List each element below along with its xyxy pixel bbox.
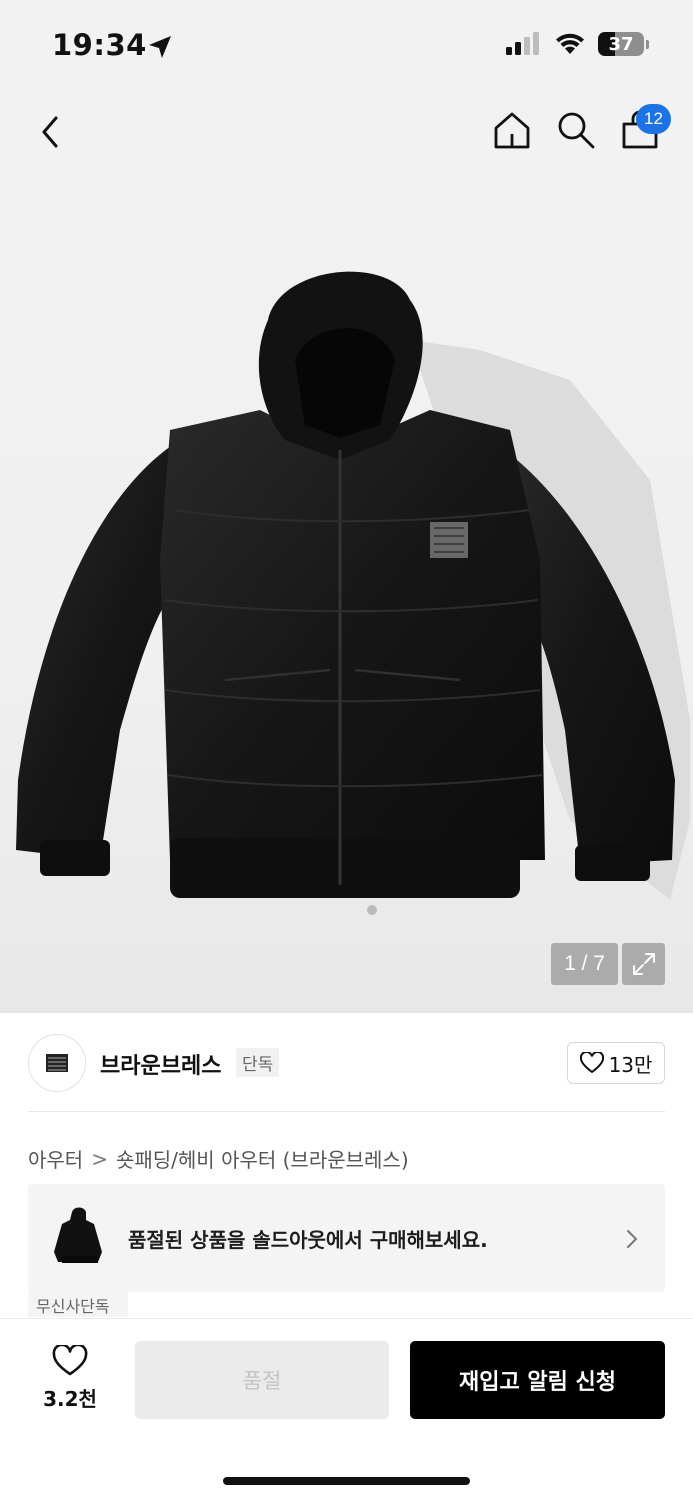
brand-like-button[interactable]: 13만 (567, 1042, 665, 1084)
wishlist-button[interactable]: 3.2천 (30, 1345, 110, 1417)
status-time: 19:34 (52, 28, 147, 62)
brand-exclusive-tag: 단독 (236, 1048, 280, 1077)
musinsa-exclusive-badge: 무신사단독 (28, 1292, 128, 1317)
brand-name[interactable]: 브라운브레스 (100, 1048, 221, 1080)
cart-count-badge[interactable]: 12 (636, 104, 671, 134)
brand-logo[interactable] (28, 1034, 86, 1092)
location-arrow-icon (149, 36, 171, 58)
breadcrumb-category[interactable]: 아우터 (28, 1144, 83, 1173)
status-bar: 19:34 37 (0, 0, 693, 90)
banner-text: 품절된 상품을 솔드아웃에서 구매해보세요. (128, 1228, 488, 1252)
restock-alert-button[interactable]: 재입고 알림 신청 (410, 1341, 665, 1419)
breadcrumb: 아우터 > 숏패딩/헤비 아우터 (브라운브레스) (28, 1144, 409, 1173)
soldout-banner[interactable]: 품절된 상품을 솔드아웃에서 구매해보세요. (28, 1184, 665, 1292)
heart-icon (579, 1052, 604, 1074)
status-indicators: 37 (506, 32, 649, 56)
battery-icon: 37 (598, 32, 644, 56)
back-icon[interactable] (34, 112, 70, 152)
expand-icon (632, 953, 655, 975)
chevron-right-icon (627, 1230, 637, 1248)
soldout-button: 품절 (135, 1341, 389, 1419)
breadcrumb-subcategory[interactable]: 숏패딩/헤비 아우터 (브라운브레스) (116, 1144, 409, 1173)
product-gallery[interactable]: 12 1 / 7 (0, 90, 693, 1013)
search-icon[interactable] (556, 110, 596, 150)
bottom-action-bar: 3.2천 품절 재입고 알림 신청 (0, 1318, 693, 1500)
brand-like-count: 13만 (608, 1052, 653, 1077)
breadcrumb-separator: > (91, 1146, 108, 1171)
expand-button[interactable] (622, 943, 665, 985)
divider (28, 1111, 665, 1112)
battery-level: 37 (608, 33, 634, 55)
home-indicator (223, 1477, 470, 1485)
wishlist-count: 3.2천 (43, 1387, 97, 1411)
heart-icon (52, 1345, 88, 1376)
cellular-signal-icon (506, 32, 539, 55)
wifi-icon (556, 33, 584, 54)
brand-logo-mark (46, 1054, 68, 1072)
banner-thumbnail (48, 1204, 108, 1270)
brand-row: 브라운브레스 단독 13만 (28, 1034, 665, 1092)
battery-tip (646, 39, 649, 49)
home-icon[interactable] (492, 110, 532, 150)
product-image (16, 271, 690, 915)
image-counter: 1 / 7 (551, 943, 618, 985)
